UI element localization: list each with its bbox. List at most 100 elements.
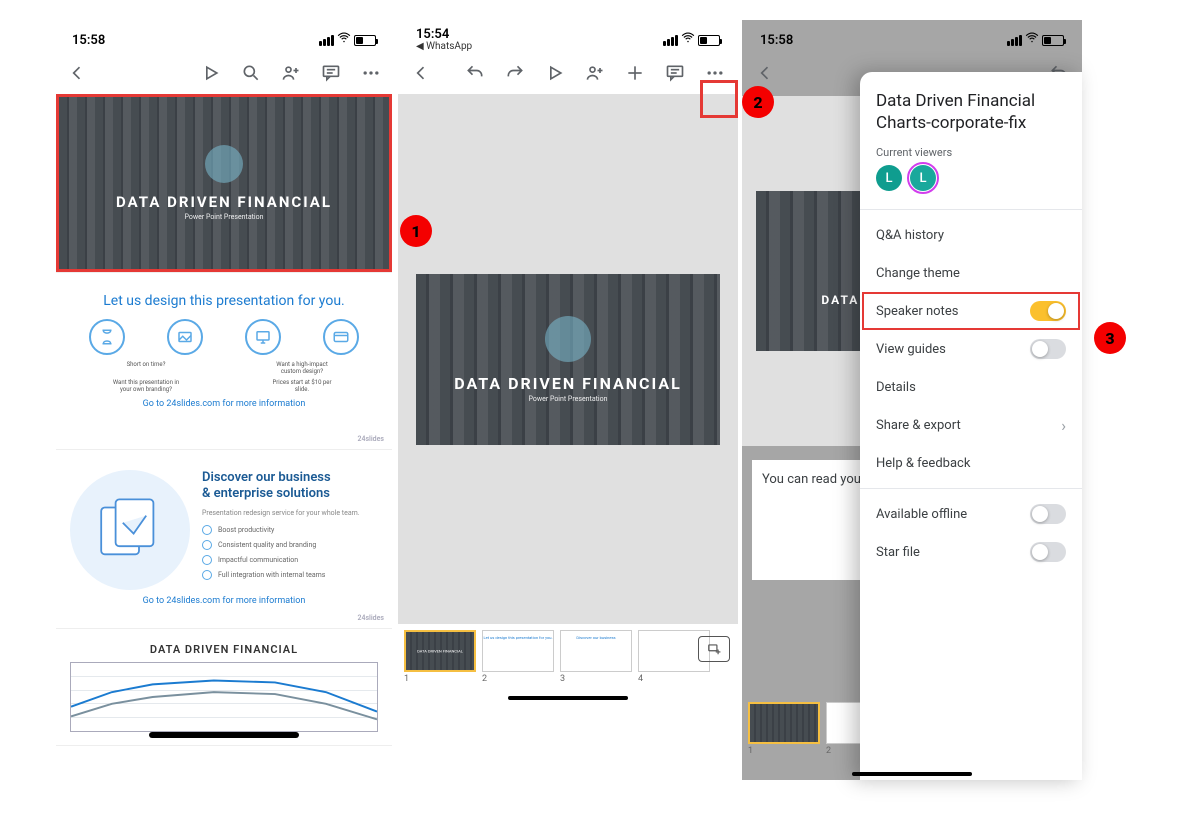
slide3-heading: Discover our business& enterprise soluti… [202,470,378,503]
slide-card-1[interactable]: DATA DRIVEN FINANCIAL Power Point Presen… [56,94,392,273]
speaker-notes-toggle[interactable] [1030,301,1066,321]
slide-card-3[interactable]: Discover our business& enterprise soluti… [56,456,392,629]
comment-button[interactable] [318,60,344,86]
slide4-title: DATA DRIVEN FINANCIAL [70,643,378,656]
slide2-icon-row [68,319,380,355]
viewers-label: Current viewers [876,146,1066,159]
slide3-sub: Presentation redesign service for your w… [202,509,378,517]
signal-icon [1007,35,1022,46]
slide1-subtitle: Power Point Presentation [185,213,264,221]
menu-view-guides[interactable]: View guides [876,330,1066,368]
add-button[interactable] [622,60,648,86]
status-time: 15:54 [416,28,472,42]
slide2-brand: 24slides [357,435,384,443]
status-bar: 15:54 ◀ WhatsApp [398,28,738,52]
battery-icon [1042,35,1064,46]
image-icon [167,319,203,355]
logo-circle-icon [545,316,591,362]
slide3-brand: 24slides [357,614,384,622]
thumb-1[interactable]: DATA DRIVEN FINANCIAL 1 [404,630,476,684]
toolbar [398,52,738,94]
divider [860,488,1082,489]
undo-button[interactable] [462,60,488,86]
menu-share-export[interactable]: Share & export› [876,406,1066,444]
more-button[interactable] [358,60,384,86]
thumb-1[interactable]: 1 [748,702,820,756]
hourglass-icon [89,319,125,355]
status-time: 15:58 [760,33,793,48]
status-indicators [1007,31,1064,49]
back-button[interactable] [408,60,434,86]
home-indicator [852,772,972,776]
slide-editor[interactable]: DATA DRIVEN FINANCIAL Power Point Presen… [398,94,738,624]
phone-screenshot-2: 15:54 ◀ WhatsApp DATA DRIVEN FINANCIAL P… [398,20,738,780]
current-slide[interactable]: DATA DRIVEN FINANCIAL Power Point Presen… [416,274,720,445]
phone-screenshot-1: 15:58 DATA DRIVEN FINANCIAL Power Point … [54,20,394,780]
slide-title: DATA DRIVEN FINANCIAL [454,374,682,393]
annotation-badge-1: 1 [400,215,432,247]
viewers-list: L L [876,165,1066,191]
annotation-highlight-more-button [700,80,738,118]
search-button[interactable] [238,60,264,86]
play-button[interactable] [198,60,224,86]
slide-subtitle: Power Point Presentation [529,395,608,403]
status-bar: 15:58 [742,28,1082,52]
play-button[interactable] [542,60,568,86]
credit-icon [323,319,359,355]
menu-speaker-notes[interactable]: Speaker notes [862,292,1080,330]
menu-help-feedback[interactable]: Help & feedback [876,444,1066,482]
monitor-icon [245,319,281,355]
slide-card-2[interactable]: Let us design this presentation for you.… [56,279,392,450]
chevron-right-icon: › [1061,416,1066,435]
overflow-menu-panel: Data Driven Financial Charts-corporate-f… [860,72,1082,780]
slides-list[interactable]: DATA DRIVEN FINANCIAL Power Point Presen… [54,94,394,746]
slide2-heading: Let us design this presentation for you. [68,293,380,309]
add-slide-button[interactable] [698,636,730,662]
share-person-button[interactable] [278,60,304,86]
slide2-footer: Go to 24slides.com for more information [68,399,380,409]
offline-toggle[interactable] [1030,504,1066,524]
status-time: 15:58 [72,33,105,48]
slide2-captions2: Want this presentation in your own brand… [68,379,380,393]
comment-button[interactable] [662,60,688,86]
thumbnail-strip[interactable]: DATA DRIVEN FINANCIAL 1 Let us design th… [398,624,738,690]
toolbar [54,52,394,94]
wifi-icon [681,31,695,49]
back-button[interactable] [752,60,778,86]
documents-illustration-icon [70,470,190,590]
panel-title: Data Driven Financial Charts-corporate-f… [876,90,1066,134]
logo-circle-icon [205,145,243,183]
slide3-footer: Go to 24slides.com for more information [56,596,392,606]
thumb-3[interactable]: Discover our business 3 [560,630,632,684]
back-button[interactable] [64,60,90,86]
redo-button[interactable] [502,60,528,86]
avatar[interactable]: L [876,165,902,191]
thumb-2[interactable]: Let us design this presentation for you.… [482,630,554,684]
slide3-bullets: Boost productivity Consistent quality an… [202,525,378,580]
wifi-icon [337,31,351,49]
signal-icon [319,35,334,46]
avatar[interactable]: L [910,165,936,191]
phone-screenshot-3: 15:58 DATA DRIVEN FINANCIAL You can read… [742,20,1082,780]
menu-qa-history[interactable]: Q&A history [876,216,1066,254]
menu-change-theme[interactable]: Change theme [876,254,1066,292]
star-toggle[interactable] [1030,542,1066,562]
signal-icon [663,35,678,46]
annotation-badge-3: 3 [1094,322,1126,354]
slide-card-4[interactable]: DATA DRIVEN FINANCIAL [56,635,392,746]
status-indicators [319,31,376,49]
menu-star-file[interactable]: Star file [876,533,1066,571]
menu-details[interactable]: Details [876,368,1066,406]
share-person-button[interactable] [582,60,608,86]
status-indicators [663,31,720,49]
home-indicator [508,696,628,700]
app-back-link[interactable]: ◀ WhatsApp [416,42,472,53]
divider [860,209,1082,210]
battery-icon [354,35,376,46]
chart-preview [70,662,378,732]
status-bar: 15:58 [54,28,394,52]
menu-available-offline[interactable]: Available offline [876,495,1066,533]
view-guides-toggle[interactable] [1030,339,1066,359]
annotation-badge-2: 2 [742,86,774,118]
wifi-icon [1025,31,1039,49]
